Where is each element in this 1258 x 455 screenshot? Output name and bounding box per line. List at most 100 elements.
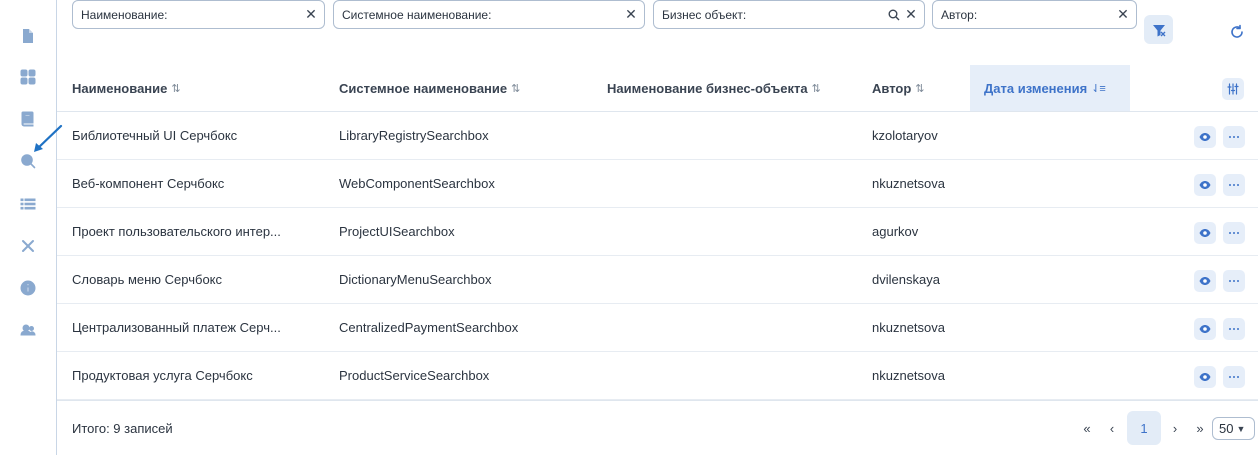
cell-author: nkuznetsova: [872, 320, 945, 335]
cell-system-name: WebComponentSearchbox: [339, 176, 495, 191]
cell-date: [984, 112, 1124, 159]
column-header-author[interactable]: Автор ⇅: [872, 65, 925, 111]
more-options-button[interactable]: [1223, 318, 1245, 340]
cell-business-object: [607, 208, 857, 255]
system-name-filter-clear-icon[interactable]: ✕: [622, 6, 640, 23]
sort-icon[interactable]: ⇅: [511, 82, 520, 95]
ellipsis-icon: [1229, 184, 1239, 186]
cell-system-name: DictionaryMenuSearchbox: [339, 272, 492, 287]
author-filter[interactable]: Автор: ✕: [932, 0, 1137, 29]
chevron-down-icon: ▼: [1236, 423, 1246, 434]
table-row[interactable]: Проект пользовательского интер... Project…: [57, 208, 1258, 256]
first-page-button[interactable]: «: [1079, 421, 1095, 436]
cell-author: nkuznetsova: [872, 176, 945, 191]
name-filter[interactable]: Наименование: ✕: [72, 0, 325, 29]
cell-author: agurkov: [872, 224, 919, 239]
view-button[interactable]: [1194, 174, 1216, 196]
more-options-button[interactable]: [1223, 126, 1245, 148]
ellipsis-icon: [1229, 376, 1239, 378]
column-label: Системное наименование: [339, 80, 508, 96]
cell-system-name: ProjectUISearchbox: [339, 224, 455, 239]
cell-date: [984, 256, 1124, 303]
business-object-filter-clear-icon[interactable]: ✕: [902, 6, 920, 23]
column-label: Наименование бизнес-объекта: [607, 80, 808, 96]
cell-name: Веб-компонент Серчбокс: [72, 176, 225, 191]
column-header-system-name[interactable]: Системное наименование ⇅: [339, 65, 520, 111]
cell-author: kzolotaryov: [872, 128, 938, 143]
current-page-button[interactable]: 1: [1127, 411, 1161, 445]
cell-name: Словарь меню Серчбокс: [72, 272, 223, 287]
ellipsis-icon: [1229, 136, 1239, 138]
author-filter-clear-icon[interactable]: ✕: [1114, 6, 1132, 23]
column-header-name[interactable]: Наименование ⇅: [72, 65, 181, 111]
more-options-button[interactable]: [1223, 366, 1245, 388]
list-icon[interactable]: [18, 194, 38, 214]
cell-business-object: [607, 160, 857, 207]
next-page-button[interactable]: ›: [1167, 421, 1183, 436]
table-row[interactable]: Библиотечный UI Серчбокс LibraryRegistryS…: [57, 112, 1258, 160]
prev-page-button[interactable]: ‹: [1104, 421, 1120, 436]
view-button[interactable]: [1194, 318, 1216, 340]
cell-business-object: [607, 112, 857, 159]
cell-author: nkuznetsova: [872, 368, 945, 383]
table-row[interactable]: Централизованный платеж Серч... Centraliz…: [57, 304, 1258, 352]
last-page-button[interactable]: »: [1192, 421, 1208, 436]
tools-icon[interactable]: [18, 236, 38, 256]
cell-name: Проект пользовательского интер...: [72, 224, 281, 239]
dashboard-icon[interactable]: [18, 67, 38, 87]
page-size-select[interactable]: 50 ▼: [1212, 417, 1255, 440]
column-header-date-modified[interactable]: Дата изменения ⇃≡: [970, 65, 1130, 111]
search-icon[interactable]: [18, 151, 38, 171]
more-options-button[interactable]: [1223, 270, 1245, 292]
sort-icon[interactable]: ⇅: [171, 82, 180, 95]
eye-icon: [1199, 181, 1211, 189]
total-records: Итого: 9 записей: [72, 421, 173, 436]
refresh-icon[interactable]: [1229, 24, 1245, 40]
system-name-filter[interactable]: Системное наименование: ✕: [333, 0, 645, 29]
author-filter-label: Автор:: [941, 7, 978, 22]
cell-date: [984, 160, 1124, 207]
cell-system-name: CentralizedPaymentSearchbox: [339, 320, 519, 335]
column-label: Дата изменения: [984, 80, 1088, 96]
cell-system-name: ProductServiceSearchbox: [339, 368, 490, 383]
ellipsis-icon: [1229, 328, 1239, 330]
sort-icon[interactable]: ⇅: [915, 82, 924, 95]
more-options-button[interactable]: [1223, 174, 1245, 196]
info-icon[interactable]: [18, 278, 38, 298]
ellipsis-icon: [1229, 280, 1239, 282]
eye-icon: [1199, 229, 1211, 237]
column-settings-button[interactable]: [1222, 78, 1244, 100]
view-button[interactable]: [1194, 270, 1216, 292]
table-row[interactable]: Веб-компонент Серчбокс WebComponentSearch…: [57, 160, 1258, 208]
column-label: Автор: [872, 80, 912, 96]
search-icon[interactable]: [886, 9, 902, 21]
table-row[interactable]: Словарь меню Серчбокс DictionaryMenuSearc…: [57, 256, 1258, 304]
table-row[interactable]: Продуктовая услуга Серчбокс ProductServic…: [57, 352, 1258, 400]
cell-name: Централизованный платеж Серч...: [72, 320, 281, 335]
cell-name: Продуктовая услуга Серчбокс: [72, 368, 253, 383]
sliders-icon: [1227, 83, 1239, 95]
name-filter-clear-icon[interactable]: ✕: [302, 6, 320, 23]
users-icon[interactable]: [18, 320, 38, 340]
eye-icon: [1199, 373, 1211, 381]
filter-icon: [1152, 24, 1165, 36]
view-button[interactable]: [1194, 366, 1216, 388]
table-footer: Итого: 9 записей « ‹ 1 › » 50 ▼: [57, 400, 1258, 455]
column-label: Наименование: [72, 80, 168, 96]
column-header-business-object[interactable]: Наименование бизнес-объекта ⇅: [607, 65, 821, 111]
view-button[interactable]: [1194, 222, 1216, 244]
name-filter-label: Наименование:: [81, 7, 168, 22]
eye-icon: [1199, 133, 1211, 141]
view-button[interactable]: [1194, 126, 1216, 148]
table-header: Наименование ⇅ Системное наименование ⇅ На…: [57, 65, 1258, 112]
sort-icon[interactable]: ⇅: [812, 82, 821, 95]
sort-desc-icon[interactable]: ⇃≡: [1091, 82, 1106, 95]
eye-icon: [1199, 277, 1211, 285]
document-icon[interactable]: [18, 26, 38, 46]
cell-date: [984, 304, 1124, 351]
business-object-filter[interactable]: Бизнес объект: ✕: [653, 0, 925, 29]
apply-filter-button[interactable]: [1144, 15, 1173, 44]
more-options-button[interactable]: [1223, 222, 1245, 244]
page-size-value: 50: [1219, 421, 1234, 436]
system-name-filter-label: Системное наименование:: [342, 7, 492, 22]
